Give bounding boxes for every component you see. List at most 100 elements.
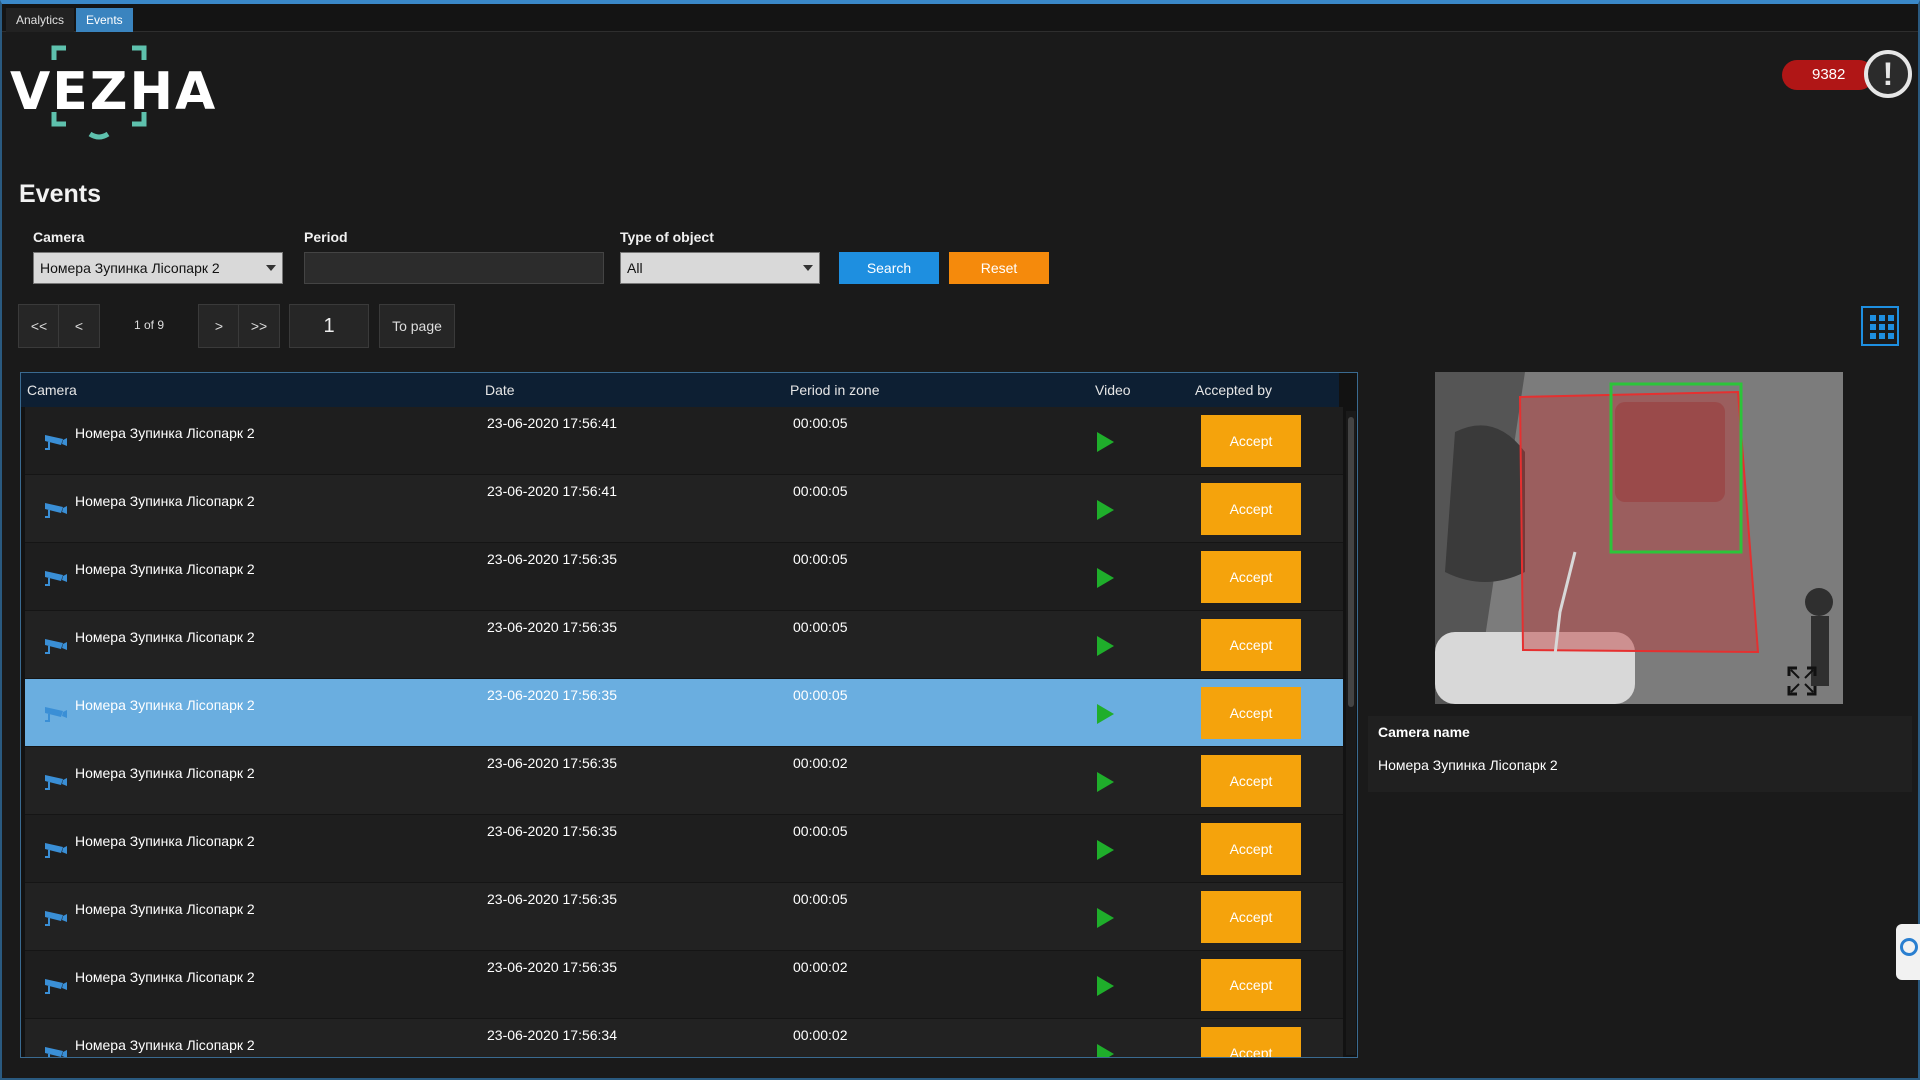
camera-icon: [45, 435, 67, 450]
scrollbar-thumb[interactable]: [1348, 417, 1354, 707]
table-row[interactable]: Номера Зупинка Лісопарк 2 23-06-2020 17:5…: [25, 747, 1343, 815]
row-period: 00:00:05: [793, 415, 848, 431]
row-camera-name: Номера Зупинка Лісопарк 2: [75, 425, 255, 441]
accept-button[interactable]: Accept: [1201, 483, 1301, 535]
row-camera-name: Номера Зупинка Лісопарк 2: [75, 765, 255, 781]
accept-button[interactable]: Accept: [1201, 619, 1301, 671]
row-camera-name: Номера Зупинка Лісопарк 2: [75, 969, 255, 985]
column-header-video[interactable]: Video: [1095, 382, 1131, 398]
page-number-input[interactable]: 1: [289, 304, 369, 348]
table-row[interactable]: Номера Зупинка Лісопарк 2 23-06-2020 17:5…: [25, 951, 1343, 1019]
chevron-down-icon: [266, 265, 276, 271]
camera-icon: [45, 775, 67, 790]
table-row[interactable]: Номера Зупинка Лісопарк 2 23-06-2020 17:5…: [25, 407, 1343, 475]
camera-name-value: Номера Зупинка Лісопарк 2: [1378, 757, 1558, 773]
vezha-logo: VEZHA: [10, 42, 215, 146]
accept-button[interactable]: Accept: [1201, 755, 1301, 807]
row-camera-name: Номера Зупинка Лісопарк 2: [75, 561, 255, 577]
row-period: 00:00:05: [793, 891, 848, 907]
row-camera-name: Номера Зупинка Лісопарк 2: [75, 493, 255, 509]
events-table: Camera Date Period in zone Video Accepte…: [20, 372, 1358, 1058]
row-period: 00:00:05: [793, 823, 848, 839]
page-title: Events: [19, 180, 101, 208]
play-icon[interactable]: [1097, 1044, 1114, 1057]
row-period: 00:00:05: [793, 687, 848, 703]
camera-filter-label: Camera: [33, 229, 85, 245]
remote-support-icon: [1900, 938, 1918, 956]
table-row[interactable]: Номера Зупинка Лісопарк 2 23-06-2020 17:5…: [25, 883, 1343, 951]
table-row[interactable]: Номера Зупинка Лісопарк 2 23-06-2020 17:5…: [25, 543, 1343, 611]
side-panel-tab[interactable]: [1896, 924, 1920, 980]
camera-icon: [45, 503, 67, 518]
first-page-button[interactable]: <<: [18, 304, 60, 348]
row-period: 00:00:05: [793, 619, 848, 635]
row-date: 23-06-2020 17:56:34: [487, 1027, 617, 1043]
row-camera-name: Номера Зупинка Лісопарк 2: [75, 1037, 255, 1053]
accept-button[interactable]: Accept: [1201, 823, 1301, 875]
reset-button[interactable]: Reset: [949, 252, 1049, 284]
row-date: 23-06-2020 17:56:35: [487, 755, 617, 771]
search-button[interactable]: Search: [839, 252, 939, 284]
accept-button[interactable]: Accept: [1201, 415, 1301, 467]
to-page-button[interactable]: To page: [379, 304, 455, 348]
play-icon[interactable]: [1097, 704, 1114, 724]
period-filter-label: Period: [304, 229, 348, 245]
row-period: 00:00:05: [793, 483, 848, 499]
camera-icon: [45, 911, 67, 926]
row-date: 23-06-2020 17:56:35: [487, 551, 617, 567]
accept-button[interactable]: Accept: [1201, 1027, 1301, 1057]
alert-count-badge[interactable]: 9382: [1782, 60, 1874, 90]
grid-view-icon[interactable]: [1861, 306, 1899, 346]
page-info: 1 of 9: [134, 318, 165, 332]
row-camera-name: Номера Зупинка Лісопарк 2: [75, 629, 255, 645]
accept-button[interactable]: Accept: [1201, 959, 1301, 1011]
column-header-accepted-by[interactable]: Accepted by: [1195, 382, 1272, 398]
table-row[interactable]: Номера Зупинка Лісопарк 2 23-06-2020 17:5…: [25, 475, 1343, 543]
table-row[interactable]: Номера Зупинка Лісопарк 2 23-06-2020 17:5…: [25, 679, 1343, 747]
camera-info-panel: Camera name Номера Зупинка Лісопарк 2: [1368, 716, 1912, 792]
event-preview-image[interactable]: [1435, 372, 1843, 704]
accept-button[interactable]: Accept: [1201, 687, 1301, 739]
play-icon[interactable]: [1097, 636, 1114, 656]
camera-icon: [45, 979, 67, 994]
play-icon[interactable]: [1097, 976, 1114, 996]
prev-page-button[interactable]: <: [58, 304, 100, 348]
last-page-button[interactable]: >>: [238, 304, 280, 348]
camera-icon: [45, 707, 67, 722]
fullscreen-icon[interactable]: [1787, 666, 1817, 696]
tab-events[interactable]: Events: [76, 8, 133, 32]
next-page-button[interactable]: >: [198, 304, 240, 348]
play-icon[interactable]: [1097, 908, 1114, 928]
column-header-date[interactable]: Date: [485, 382, 515, 398]
table-row[interactable]: Номера Зупинка Лісопарк 2 23-06-2020 17:5…: [25, 1019, 1343, 1057]
object-type-select[interactable]: All: [620, 252, 820, 284]
camera-name-label: Camera name: [1378, 724, 1470, 740]
logo-text: VEZHA: [10, 62, 218, 122]
period-input[interactable]: [304, 252, 604, 284]
table-row[interactable]: Номера Зупинка Лісопарк 2 23-06-2020 17:5…: [25, 815, 1343, 883]
play-icon[interactable]: [1097, 840, 1114, 860]
play-icon[interactable]: [1097, 432, 1114, 452]
play-icon[interactable]: [1097, 500, 1114, 520]
row-date: 23-06-2020 17:56:35: [487, 619, 617, 635]
table-body: Номера Зупинка Лісопарк 2 23-06-2020 17:5…: [25, 407, 1343, 1057]
camera-icon: [45, 639, 67, 654]
column-header-camera[interactable]: Camera: [27, 382, 77, 398]
camera-select[interactable]: Номера Зупинка Лісопарк 2: [33, 252, 283, 284]
row-period: 00:00:02: [793, 959, 848, 975]
row-date: 23-06-2020 17:56:35: [487, 891, 617, 907]
exclamation-icon[interactable]: !: [1864, 50, 1912, 98]
table-scrollbar[interactable]: [1346, 411, 1356, 1055]
accept-button[interactable]: Accept: [1201, 891, 1301, 943]
play-icon[interactable]: [1097, 568, 1114, 588]
row-period: 00:00:05: [793, 551, 848, 567]
column-header-period[interactable]: Period in zone: [790, 382, 880, 398]
play-icon[interactable]: [1097, 772, 1114, 792]
tab-analytics[interactable]: Analytics: [6, 8, 75, 32]
row-date: 23-06-2020 17:56:41: [487, 415, 617, 431]
row-date: 23-06-2020 17:56:35: [487, 687, 617, 703]
table-row[interactable]: Номера Зупинка Лісопарк 2 23-06-2020 17:5…: [25, 611, 1343, 679]
type-filter-label: Type of object: [620, 229, 714, 245]
tab-bar: Analytics Events: [2, 4, 1918, 32]
accept-button[interactable]: Accept: [1201, 551, 1301, 603]
